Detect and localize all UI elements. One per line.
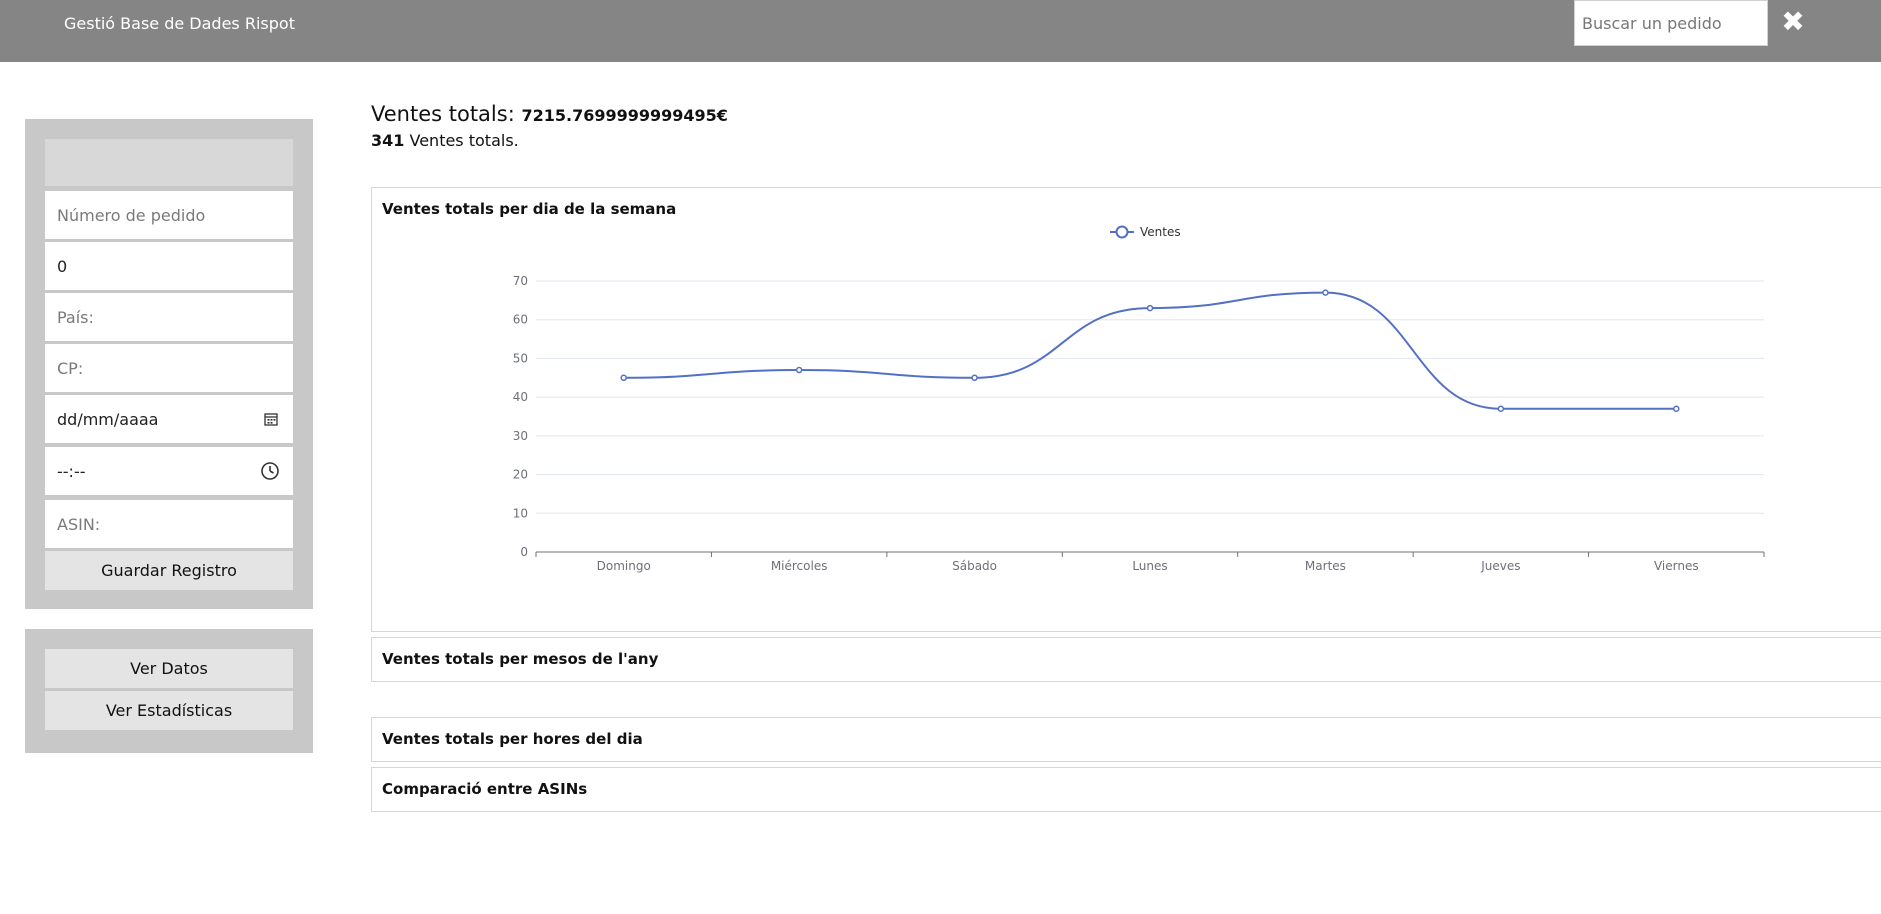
y-tick-label: 20 bbox=[513, 468, 528, 482]
postal-code-input[interactable] bbox=[45, 344, 293, 392]
ventes-data-point bbox=[971, 374, 978, 382]
navigation-panel: Ver Datos Ver Estadísticas bbox=[25, 629, 313, 753]
ventes-data-point bbox=[795, 366, 803, 374]
sales-count-summary: 341 Ventes totals. bbox=[371, 131, 519, 150]
time-input[interactable] bbox=[45, 447, 293, 495]
legend-label: Ventes bbox=[1140, 225, 1181, 239]
asin-comparison-section[interactable]: Comparació entre ASINs bbox=[371, 767, 1881, 812]
y-tick-label: 40 bbox=[513, 390, 528, 404]
total-sales-amount: 7215.7699999999495€ bbox=[521, 106, 728, 125]
y-tick-label: 60 bbox=[513, 313, 528, 327]
weekday-sales-section: Ventes totals per dia de la semana 0 10 20… bbox=[371, 187, 1881, 632]
hourly-section-title: Ventes totals per hores del dia bbox=[382, 730, 643, 748]
sales-count: 341 bbox=[371, 131, 405, 150]
weekday-sales-chart: 0 10 20 30 40 50 60 70 Domingo Miércoles Sábado Lun… bbox=[513, 225, 1765, 573]
monthly-section-title: Ventes totals per mesos de l'any bbox=[382, 650, 659, 668]
view-statistics-button[interactable]: Ver Estadísticas bbox=[45, 691, 293, 730]
y-tick-label: 30 bbox=[513, 429, 528, 443]
country-input[interactable] bbox=[45, 293, 293, 341]
ventes-data-point bbox=[1673, 405, 1680, 413]
x-tick-label: Viernes bbox=[1654, 559, 1699, 573]
app-title: Gestió Base de Dades Rispot bbox=[64, 14, 295, 33]
total-sales-summary: Ventes totals: 7215.7699999999495€ bbox=[371, 102, 728, 126]
y-tick-label: 0 bbox=[520, 545, 528, 559]
order-number-input[interactable] bbox=[45, 191, 293, 239]
date-input[interactable] bbox=[45, 395, 293, 443]
x-tick-label: Domingo bbox=[597, 559, 651, 573]
top-bar: Gestió Base de Dades Rispot ✖ bbox=[0, 0, 1881, 62]
save-record-button[interactable]: Guardar Registro bbox=[45, 551, 293, 590]
view-data-button[interactable]: Ver Datos bbox=[45, 649, 293, 688]
x-tick-label: Miércoles bbox=[771, 559, 828, 573]
sales-count-label: Ventes totals. bbox=[409, 131, 519, 150]
ventes-data-point bbox=[1322, 289, 1329, 296]
form-panel-header bbox=[45, 139, 293, 186]
ventes-data-point bbox=[1497, 405, 1505, 413]
search-input[interactable] bbox=[1574, 0, 1768, 46]
asin-input[interactable] bbox=[45, 500, 293, 548]
ventes-data-point bbox=[1146, 304, 1154, 312]
y-tick-label: 70 bbox=[513, 274, 528, 288]
asin-section-title: Comparació entre ASINs bbox=[382, 780, 588, 798]
record-form-panel: Guardar Registro bbox=[25, 119, 313, 609]
ventes-data-point bbox=[620, 374, 627, 382]
hourly-sales-section[interactable]: Ventes totals per hores del dia bbox=[371, 717, 1881, 762]
total-sales-label: Ventes totals: bbox=[371, 102, 515, 126]
monthly-sales-section[interactable]: Ventes totals per mesos de l'any bbox=[371, 637, 1881, 682]
x-tick-label: Sábado bbox=[952, 559, 997, 573]
quantity-input[interactable] bbox=[45, 242, 293, 290]
x-tick-label: Martes bbox=[1305, 559, 1346, 573]
clock-icon[interactable] bbox=[260, 461, 280, 481]
y-tick-label: 10 bbox=[513, 506, 528, 520]
x-tick-label: Jueves bbox=[1480, 559, 1520, 573]
close-icon[interactable]: ✖ bbox=[1778, 6, 1808, 38]
calendar-icon[interactable] bbox=[261, 409, 281, 429]
legend-marker bbox=[1115, 225, 1129, 239]
y-tick-label: 50 bbox=[513, 351, 528, 365]
x-tick-label: Lunes bbox=[1132, 559, 1167, 573]
